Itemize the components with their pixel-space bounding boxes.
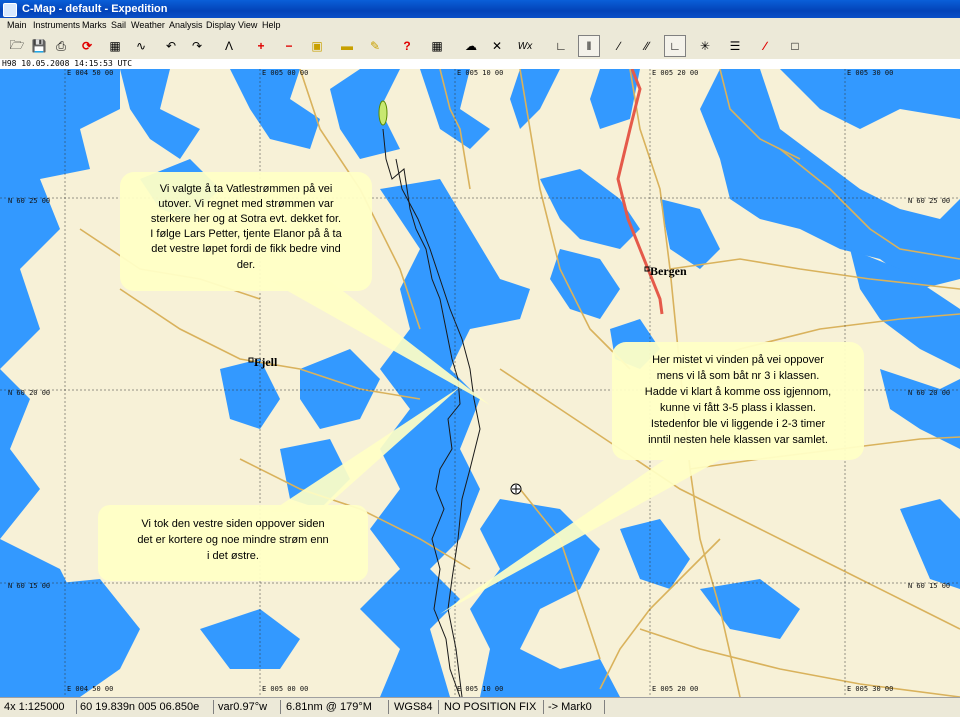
callout-line: Hadde vi klart å komme oss igjennom, <box>645 386 831 398</box>
lon-label: E 005 10 00 <box>457 685 503 693</box>
title-bar: C-Map - default - Expedition <box>0 0 960 18</box>
menu-marks[interactable]: Marks <box>82 20 107 30</box>
lon-label: E 005 00 00 <box>262 685 308 693</box>
redo-icon[interactable]: ↷ <box>186 35 208 57</box>
status-datum: WGS84 <box>394 701 433 713</box>
lat-label: N 60 25 00 <box>8 197 50 205</box>
layer-icon[interactable]: ▣ <box>306 35 328 57</box>
callout-line: det vestre løpet fordi de fikk bedre vin… <box>151 243 341 255</box>
callout-line: kunne vi fått 3-5 plass i klassen. <box>660 402 816 414</box>
print-icon[interactable]: ⎙ <box>50 35 72 57</box>
save-icon[interactable]: 💾 <box>28 35 50 57</box>
menu-help[interactable]: Help <box>262 20 281 30</box>
menu-main[interactable]: Main <box>7 20 27 30</box>
place-fjell: Fjell <box>254 355 278 369</box>
callout-line: der. <box>237 259 255 271</box>
clock-bar: H98 10.05.2008 14:15:53 UTC <box>0 59 960 69</box>
status-scale: 4x 1:125000 <box>4 701 65 713</box>
lon-label: E 005 20 00 <box>652 69 698 77</box>
lat-label: N 60 15 00 <box>908 582 950 590</box>
list-icon[interactable]: ☰ <box>724 35 746 57</box>
lon-label: E 005 00 00 <box>262 69 308 77</box>
remove-mark-icon[interactable]: − <box>278 35 300 57</box>
callout-line: Her mistet vi vinden på vei oppover <box>652 354 824 366</box>
wx-icon[interactable]: Wx <box>514 35 536 57</box>
lat-label: N 60 25 00 <box>908 197 950 205</box>
status-fix: NO POSITION FIX <box>444 701 537 713</box>
status-variation: var0.97°w <box>218 701 268 713</box>
place-bergen: Bergen <box>650 264 687 278</box>
callout-line: sterkere her og at Sotra evt. dekket for… <box>151 213 341 225</box>
status-range-bearing: 6.81nm @ 179°M <box>286 701 372 713</box>
callout-line: i det østre. <box>207 550 259 562</box>
menu-instruments[interactable]: Instruments <box>33 20 80 30</box>
grid-icon[interactable]: ▦ <box>426 35 448 57</box>
lon-label: E 004 50 00 <box>67 69 113 77</box>
toolbar: 🗁 💾 ⎙ ⟳ ▦ ∿ ↶ ↷ Λ + − ▣ ▬ ✎ ? ▦ ☁ ✕ Wx ∟… <box>0 33 960 60</box>
pencil-icon[interactable]: ✎ <box>364 35 386 57</box>
callout-line: Vi valgte å ta Vatlestrømmen på vei <box>160 183 333 195</box>
help-icon[interactable]: ? <box>396 35 418 57</box>
status-divider <box>213 700 214 714</box>
lat-label: N 60 20 00 <box>8 389 50 397</box>
callout-line: det er kortere og noe mindre strøm enn <box>137 534 328 546</box>
status-divider <box>76 700 77 714</box>
status-position: 60 19.839n 005 06.850e <box>80 701 200 713</box>
lon-label: E 005 30 00 <box>847 685 893 693</box>
route-icon[interactable]: ∿ <box>130 35 152 57</box>
callout-line: mens vi lå som båt nr 3 i klassen. <box>657 370 820 382</box>
lat-label: N 60 15 00 <box>8 582 50 590</box>
lon-label: E 005 20 00 <box>652 685 698 693</box>
tack-icon[interactable]: Λ <box>218 35 240 57</box>
callout-line: utover. Vi regnet med strømmen var <box>158 198 334 210</box>
boat-marker <box>378 100 388 126</box>
measure-icon[interactable]: ∕ <box>754 35 776 57</box>
chart-map[interactable]: E 004 50 00 E 005 00 00 E 005 10 00 E 00… <box>0 69 960 697</box>
app-icon <box>3 3 17 17</box>
status-divider <box>388 700 389 714</box>
callout-line: inntil nesten hele klassen var samlet. <box>648 434 828 446</box>
utc-clock: H98 10.05.2008 14:15:53 UTC <box>2 59 133 68</box>
burst-icon[interactable]: ✳ <box>694 35 716 57</box>
callout-line: Vi tok den vestre siden oppover siden <box>141 518 324 530</box>
status-divider <box>604 700 605 714</box>
add-mark-icon[interactable]: + <box>250 35 272 57</box>
status-divider <box>438 700 439 714</box>
undo-icon[interactable]: ↶ <box>160 35 182 57</box>
cross-icon[interactable]: ✕ <box>486 35 508 57</box>
lon-label: E 005 30 00 <box>847 69 893 77</box>
open-folder-icon[interactable]: 🗁 <box>6 35 28 57</box>
highlight-icon[interactable]: ▬ <box>336 35 358 57</box>
weather-icon[interactable]: ☁ <box>460 35 482 57</box>
diagonal-icon[interactable]: ∕ <box>608 35 630 57</box>
menu-analysis[interactable]: Analysis <box>169 20 203 30</box>
parallel-icon[interactable]: ∕∕ <box>636 35 658 57</box>
refresh-icon[interactable]: ⟳ <box>76 35 98 57</box>
lines-icon[interactable]: ‖ <box>578 35 600 57</box>
laylines-icon[interactable]: ∟ <box>664 35 686 57</box>
menu-display[interactable]: Display <box>206 20 236 30</box>
menu-sail[interactable]: Sail <box>111 20 126 30</box>
callout-line: Istedenfor ble vi liggende i 2-3 timer <box>651 418 826 430</box>
angle-icon[interactable]: ∟ <box>550 35 572 57</box>
chart-icon[interactable]: ▦ <box>104 35 126 57</box>
lat-label: N 60 20 00 <box>908 389 950 397</box>
status-divider <box>543 700 544 714</box>
menu-weather[interactable]: Weather <box>131 20 165 30</box>
menu-bar: Main Instruments Marks Sail Weather Anal… <box>0 18 960 33</box>
window-title: C-Map - default - Expedition <box>22 3 168 15</box>
lon-label: E 005 10 00 <box>457 69 503 77</box>
callout-line: I følge Lars Petter, tjente Elanor på å … <box>150 228 342 240</box>
status-bar: 4x 1:125000 60 19.839n 005 06.850e var0.… <box>0 697 960 717</box>
status-divider <box>280 700 281 714</box>
menu-view[interactable]: View <box>238 20 257 30</box>
status-waypoint: -> Mark0 <box>548 701 592 713</box>
window-icon[interactable]: □ <box>784 35 806 57</box>
lon-label: E 004 50 00 <box>67 685 113 693</box>
